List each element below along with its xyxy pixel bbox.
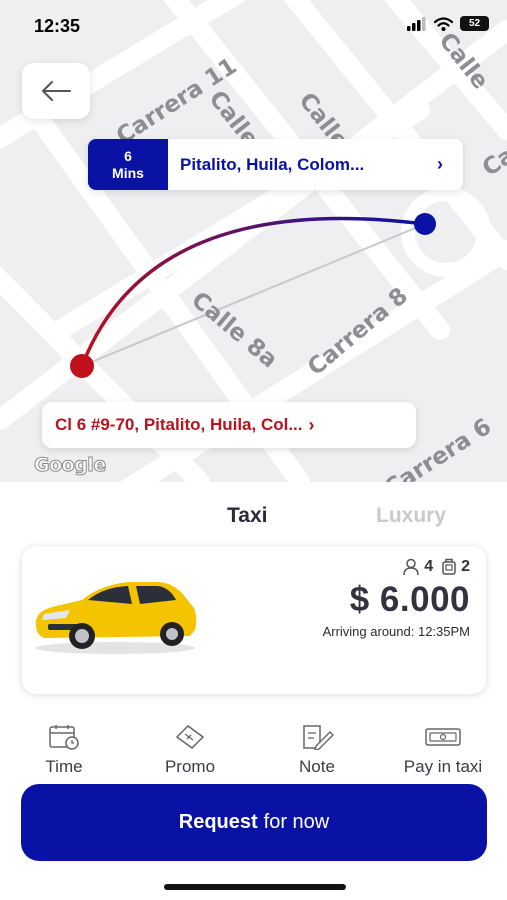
wifi-icon [434,16,453,31]
arrow-left-icon [42,81,71,101]
capacity-info: 4 2 [402,558,470,576]
back-button[interactable] [22,63,90,119]
ride-option-card[interactable]: 4 2 $ 6.000 Arriving around: 12:35PM [22,546,486,694]
request-button-label: Request [178,811,258,833]
time-option-label: Time [45,757,83,776]
status-time: 12:35 [34,16,81,36]
ride-options: Time Promo Note Pay in taxi [0,724,507,784]
luggage-count: 2 [461,558,470,575]
tab-luxury[interactable]: Luxury [376,504,446,528]
pay-in-taxi-label: Pay in taxi [403,757,483,776]
destination-pill[interactable]: 6 Mins Pitalito, Huila, Colom... › [88,139,463,190]
ride-sheet: Taxi Luxury 4 2 $ 6.000 Arriving around:… [0,482,507,900]
luggage-icon [442,558,456,575]
route-map[interactable]: Carrera 11 Calle Calle Calle Calle 8a Ca… [0,0,507,482]
cash-icon [425,728,461,746]
promo-option[interactable]: Promo [135,724,245,777]
request-button-suffix: for now [263,811,330,833]
arrival-time: Arriving around: 12:35PM [322,624,470,639]
promo-ticket-icon [175,725,205,749]
origin-pill[interactable]: Cl 6 #9-70, Pitalito, Huila, Col... › [42,402,416,448]
eta-badge: 6 Mins [88,139,168,190]
destination-marker [414,213,436,235]
origin-address: Cl 6 #9-70, Pitalito, Huila, Col... [55,415,303,434]
home-indicator [164,884,346,890]
destination-address: Pitalito, Huila, Colom... [180,154,365,174]
chevron-right-icon: › [308,414,315,435]
time-option[interactable]: Time [9,724,119,777]
battery-icon: 52 [460,16,489,31]
eta-value: 6 [124,147,132,164]
chevron-right-icon: › [437,154,443,174]
note-option-label: Note [299,757,335,776]
request-button[interactable]: Request for now [21,784,487,861]
google-logo: Google [34,454,107,477]
promo-option-label: Promo [164,757,216,776]
calendar-clock-icon [49,725,79,750]
origin-marker [70,354,94,378]
status-icons: 52 [407,16,489,31]
passenger-icon [403,558,419,576]
status-bar: 12:35 52 [0,0,507,52]
passenger-count: 4 [424,558,434,575]
tab-taxi[interactable]: Taxi [227,504,267,528]
signal-icon [407,16,426,31]
fare-price: $ 6.000 [349,580,470,619]
taxi-car-icon [35,582,197,654]
pay-in-taxi-option[interactable]: Pay in taxi [388,724,498,777]
note-option[interactable]: Note [262,724,372,777]
note-pencil-icon [303,725,334,750]
eta-unit: Mins [112,164,144,181]
